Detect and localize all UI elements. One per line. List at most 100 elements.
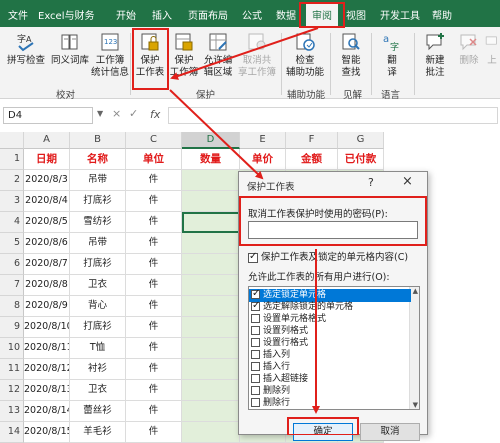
allow-edit-ranges-button[interactable]: 允许编 辑区域 [200, 31, 236, 79]
menu-tab-2[interactable]: 开始 [116, 7, 136, 22]
cell[interactable]: 件 [126, 401, 182, 422]
check-accessibility-button[interactable]: 检查 辅助功能 [284, 31, 326, 79]
cell[interactable] [182, 359, 240, 380]
menu-tab-10[interactable]: 帮助 [432, 7, 452, 22]
column-title-cell[interactable]: 名称 [70, 149, 126, 170]
row-header[interactable]: 7 [0, 275, 24, 296]
menu-tab-3[interactable]: 插入 [152, 7, 172, 22]
checkbox-icon[interactable] [251, 300, 260, 312]
cancel-icon[interactable]: × [112, 107, 121, 120]
row-header[interactable]: 10 [0, 338, 24, 359]
cell[interactable] [182, 380, 240, 401]
menu-tab-1[interactable]: Excel与财务 [38, 7, 95, 22]
column-title-cell[interactable]: 已付款 [338, 149, 384, 170]
workbook-stats-button[interactable]: 123 工作簿 统计信息 [90, 31, 130, 79]
row-header[interactable]: 14 [0, 422, 24, 443]
cancel-button[interactable]: 取消 [360, 423, 420, 441]
row-header[interactable]: 5 [0, 233, 24, 254]
checkbox-icon[interactable] [251, 350, 260, 359]
column-header-f[interactable]: F [286, 132, 338, 149]
cell[interactable] [182, 317, 240, 338]
cell[interactable]: 2020/8/10 [24, 317, 70, 338]
enter-icon[interactable]: ✓ [129, 107, 138, 120]
close-button[interactable]: × [402, 174, 413, 189]
previous-comment-button[interactable]: 上 [484, 31, 500, 67]
formula-input[interactable] [168, 107, 498, 124]
column-header-e[interactable]: E [240, 132, 286, 149]
cell[interactable]: 2020/8/13 [24, 380, 70, 401]
cell[interactable]: 羊毛衫 [70, 422, 126, 443]
permission-item[interactable]: 删除行 [249, 397, 411, 409]
cell[interactable]: 打底衫 [70, 254, 126, 275]
row-header[interactable]: 13 [0, 401, 24, 422]
row-header[interactable]: 8 [0, 296, 24, 317]
name-box[interactable]: D4 [3, 107, 93, 124]
cell[interactable] [182, 233, 240, 254]
protect-workbook-button[interactable]: 保护 工作簿 [168, 31, 200, 79]
name-box-dropdown-icon[interactable]: ▼ [97, 109, 103, 118]
cell[interactable]: 件 [126, 275, 182, 296]
scroll-down-icon[interactable]: ▼ [413, 401, 418, 409]
insert-function-icon[interactable]: fx [150, 108, 160, 121]
cell[interactable]: 卫衣 [70, 275, 126, 296]
permission-list[interactable]: ▲ ▼ 选定锁定单元格选定解除锁定的单元格设置单元格格式设置列格式设置行格式插入… [248, 286, 420, 410]
row-header[interactable]: 9 [0, 317, 24, 338]
column-header-g[interactable]: G [338, 132, 384, 149]
cell[interactable]: 2020/8/3 [24, 170, 70, 191]
cell[interactable]: 2020/8/14 [24, 401, 70, 422]
checkbox-icon[interactable] [248, 251, 258, 263]
menu-tab-0[interactable]: 文件 [8, 7, 28, 22]
checkbox-icon[interactable] [251, 288, 260, 300]
cell[interactable]: 件 [126, 254, 182, 275]
cell[interactable] [182, 338, 240, 359]
cell[interactable]: 2020/8/7 [24, 254, 70, 275]
menu-tab-7[interactable]: 审阅 [306, 3, 338, 27]
translate-button[interactable]: a字 翻 译 [376, 31, 408, 79]
cell[interactable]: 2020/8/15 [24, 422, 70, 443]
cell[interactable] [182, 275, 240, 296]
new-comment-button[interactable]: 新建 批注 [418, 31, 452, 79]
menu-tab-6[interactable]: 数据 [276, 7, 296, 22]
column-header-b[interactable]: B [70, 132, 126, 149]
cell[interactable]: 2020/8/12 [24, 359, 70, 380]
row-header[interactable]: 6 [0, 254, 24, 275]
cell[interactable]: 背心 [70, 296, 126, 317]
row-header[interactable]: 3 [0, 191, 24, 212]
menu-tab-4[interactable]: 页面布局 [188, 7, 228, 22]
cell[interactable]: 2020/8/5 [24, 212, 70, 233]
column-title-cell[interactable]: 日期 [24, 149, 70, 170]
cell[interactable]: 件 [126, 296, 182, 317]
ok-button[interactable]: 确定 [293, 423, 353, 441]
menu-tab-5[interactable]: 公式 [242, 7, 262, 22]
cell[interactable]: 2020/8/9 [24, 296, 70, 317]
row-header[interactable]: 4 [0, 212, 24, 233]
cell[interactable]: 件 [126, 380, 182, 401]
checkbox-icon[interactable] [251, 314, 260, 323]
cell[interactable]: 雪纺衫 [70, 212, 126, 233]
cell[interactable]: 2020/8/11 [24, 338, 70, 359]
unshare-workbook-button[interactable]: 取消共 享工作簿 [236, 31, 278, 79]
spell-check-button[interactable]: 字A 拼写检查 [4, 31, 48, 67]
cell[interactable]: 件 [126, 233, 182, 254]
select-all-corner[interactable] [0, 132, 24, 149]
row-header[interactable]: 1 [0, 149, 24, 170]
cell[interactable]: 打底衫 [70, 317, 126, 338]
cell[interactable]: 卫衣 [70, 380, 126, 401]
cell[interactable]: T恤 [70, 338, 126, 359]
cell[interactable]: 件 [126, 422, 182, 443]
cell[interactable]: 2020/8/8 [24, 275, 70, 296]
cell[interactable]: 衬衫 [70, 359, 126, 380]
cell[interactable] [182, 296, 240, 317]
checkbox-icon[interactable] [251, 374, 260, 383]
cell[interactable]: 件 [126, 212, 182, 233]
column-header-c[interactable]: C [126, 132, 182, 149]
scroll-up-icon[interactable]: ▲ [413, 287, 418, 295]
cell[interactable] [182, 212, 240, 233]
cell[interactable]: 吊带 [70, 170, 126, 191]
thesaurus-button[interactable]: 同义词库 [50, 31, 90, 67]
column-title-cell[interactable]: 金额 [286, 149, 338, 170]
cell[interactable]: 2020/8/4 [24, 191, 70, 212]
column-title-cell[interactable]: 数量 [182, 149, 240, 170]
checkbox-icon[interactable] [251, 398, 260, 407]
checkbox-icon[interactable] [251, 386, 260, 395]
